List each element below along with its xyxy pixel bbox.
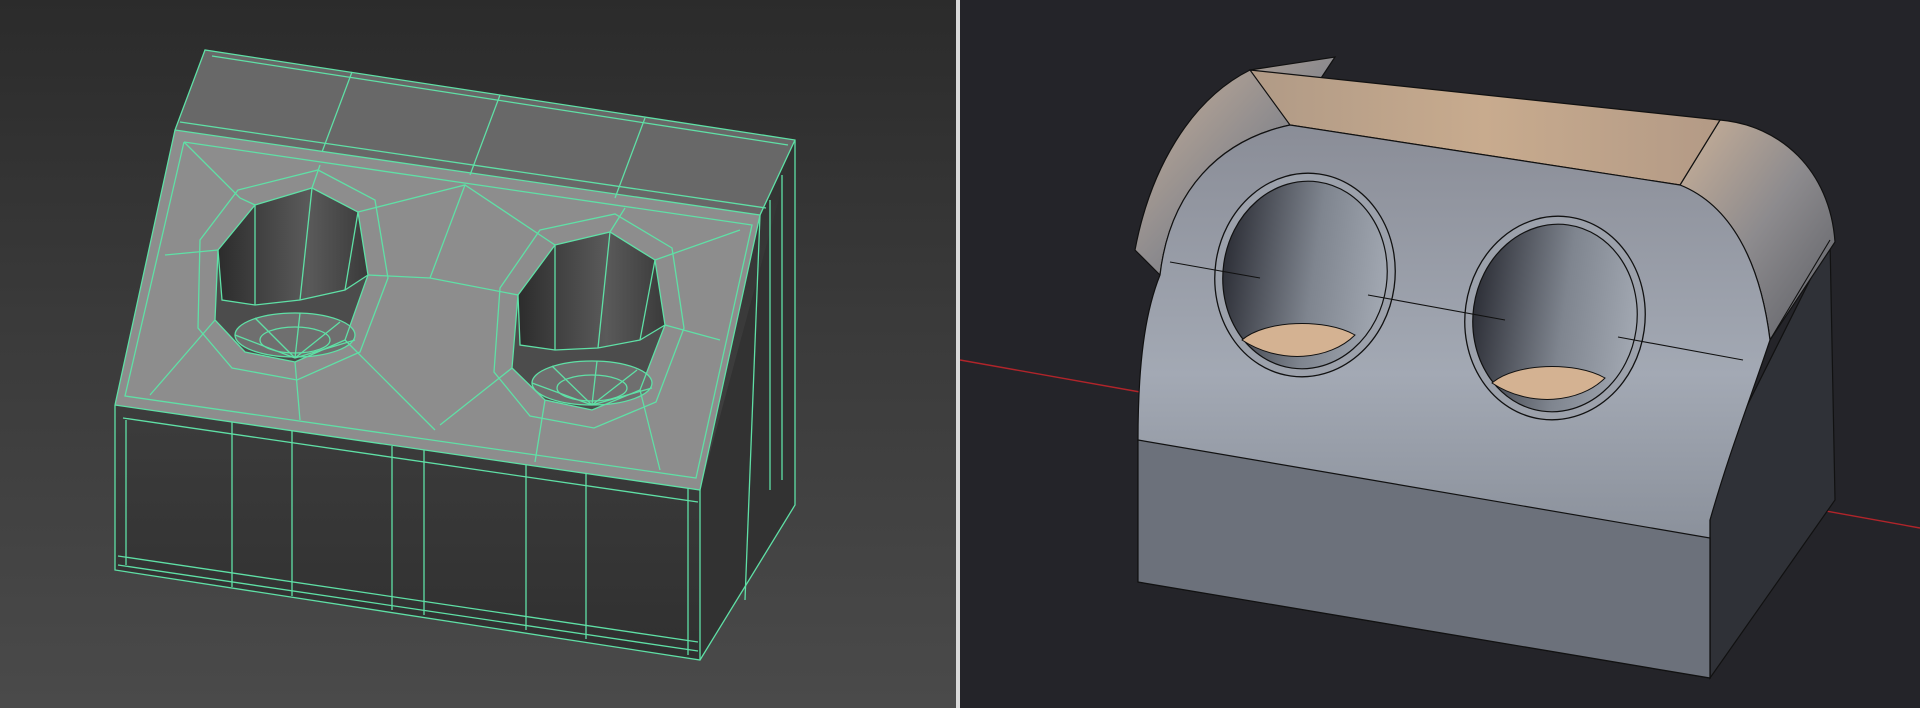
viewport-right-shaded[interactable]	[960, 0, 1920, 708]
shaded-solid-render	[960, 56, 1920, 680]
viewport-left-wireframe[interactable]	[0, 0, 956, 708]
wireframe-mesh-render	[114, 49, 796, 661]
axis-line-left	[960, 359, 1141, 393]
dual-viewport-layout	[0, 0, 1920, 708]
